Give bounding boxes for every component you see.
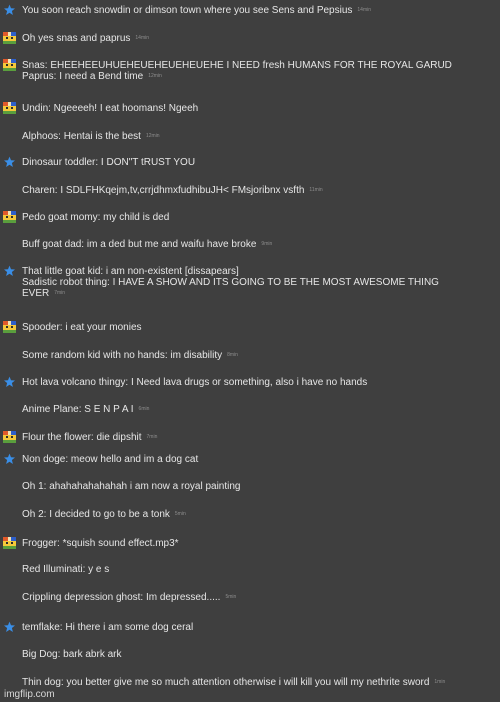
cat-avatar-icon[interactable]	[3, 211, 16, 223]
comment-text: Red Illuminati: y e s	[22, 564, 110, 575]
star-icon[interactable]	[3, 376, 16, 388]
comment-row: Hot lava volcano thingy: I Need lava dru…	[22, 377, 494, 388]
comment-row: Anime Plane: S E N P A I 6min	[22, 404, 494, 415]
comment-line: Anime Plane: S E N P A I 6min	[22, 404, 149, 415]
comment-feed: You soon reach snowdin or dimson town wh…	[0, 0, 500, 702]
cat-avatar-icon[interactable]	[3, 59, 16, 71]
comment-row: Big Dog: bark abrk ark	[22, 649, 494, 660]
comment-row: Flour the flower: die dipshit 7min	[22, 432, 494, 443]
comment-row: Buff goat dad: im a ded but me and waifu…	[22, 239, 494, 250]
comment-line: Crippling depression ghost: Im depressed…	[22, 592, 236, 603]
timestamp: 12min	[145, 133, 160, 139]
comment-row: Oh 2: I decided to go to be a tonk 5min	[22, 509, 494, 520]
comment-row: You soon reach snowdin or dimson town wh…	[22, 5, 494, 16]
comment-line: Flour the flower: die dipshit 7min	[22, 432, 157, 443]
comment-row: Oh 1: ahahahahahahah i am now a royal pa…	[22, 481, 494, 492]
comment-text: Paprus: I need a Bend time	[22, 71, 144, 83]
star-icon[interactable]	[3, 265, 16, 277]
comment-row: Undin: Ngeeeeh! I eat hoomans! Ngeeh	[22, 103, 494, 114]
comment-text: Oh 1: ahahahahahahah i am now a royal pa…	[22, 481, 241, 492]
timestamp: 7min	[146, 434, 158, 440]
comment-text: Snas: EHEEHEEUHUEHEUEHEUEHEUEHE I NEED f…	[22, 60, 452, 71]
comment-line: Oh yes snas and paprus 14min	[22, 33, 149, 44]
star-icon[interactable]	[3, 4, 16, 16]
timestamp: 12min	[148, 73, 162, 79]
comment-row: Non doge: meow hello and im a dog cat	[22, 454, 494, 465]
comment-text: Sadistic robot thing: I HAVE A SHOW AND …	[22, 277, 439, 288]
comment-text: Undin: Ngeeeeh! I eat hoomans! Ngeeh	[22, 103, 199, 114]
comment-text: Charen: I SDLFHKqejm,tv,crrjdhmxfudhibuJ…	[22, 185, 305, 197]
comment-row: Crippling depression ghost: Im depressed…	[22, 592, 494, 603]
timestamp: 5min	[174, 511, 186, 517]
comment-text: Anime Plane: S E N P A I	[22, 404, 134, 416]
comment-text: You soon reach snowdin or dimson town wh…	[22, 5, 353, 17]
comment-row: Charen: I SDLFHKqejm,tv,crrjdhmxfudhibuJ…	[22, 185, 494, 196]
watermark: imgflip.com	[4, 689, 55, 700]
star-icon[interactable]	[3, 156, 16, 168]
comment-text: Non doge: meow hello and im a dog cat	[22, 454, 199, 465]
comment-row: Oh yes snas and paprus 14min	[22, 33, 494, 44]
timestamp: 14min	[135, 35, 150, 41]
comment-text: Thin dog: you better give me so much att…	[22, 677, 430, 689]
comment-text: Oh 2: I decided to go to be a tonk	[22, 509, 170, 521]
timestamp: 11min	[309, 187, 323, 193]
timestamp: 9min	[261, 241, 273, 247]
comment-text: Hot lava volcano thingy: I Need lava dru…	[22, 377, 368, 388]
comment-row: temflake: Hi there i am some dog ceral	[22, 622, 494, 633]
timestamp: 7min	[54, 290, 66, 296]
comment-text: Some random kid with no hands: im disabi…	[22, 350, 223, 362]
comment-row: That little goat kid: i am non-existent …	[22, 266, 494, 299]
comment-text: Frogger: *squish sound effect.mp3*	[22, 538, 179, 549]
cat-avatar-icon[interactable]	[3, 102, 16, 114]
star-icon[interactable]	[3, 453, 16, 465]
comment-line: Buff goat dad: im a ded but me and waifu…	[22, 239, 272, 250]
timestamp: 6min	[138, 406, 150, 412]
comment-text: Crippling depression ghost: Im depressed…	[22, 592, 221, 604]
timestamp: 8min	[227, 352, 238, 358]
star-icon[interactable]	[3, 621, 16, 633]
comment-line: You soon reach snowdin or dimson town wh…	[22, 5, 371, 16]
comment-text: Dinosaur toddler: I DON"T tRUST YOU	[22, 157, 196, 168]
comment-text: temflake: Hi there i am some dog ceral	[22, 622, 194, 633]
comment-row: Spooder: i eat your monies	[22, 322, 494, 333]
comment-line: EVER 7min	[22, 288, 494, 299]
cat-avatar-icon[interactable]	[3, 321, 16, 333]
comment-row: Snas: EHEEHEEUHUEHEUEHEUEHEUEHE I NEED f…	[22, 60, 494, 82]
timestamp: 14min	[357, 7, 372, 13]
comment-row: Pedo goat momy: my child is ded	[22, 212, 494, 223]
comment-text: Spooder: i eat your monies	[22, 322, 142, 333]
comment-text: Buff goat dad: im a ded but me and waifu…	[22, 239, 257, 251]
comment-text: Alphoos: Hentai is the best	[22, 131, 141, 143]
comment-row: Frogger: *squish sound effect.mp3*	[22, 538, 494, 549]
comment-row: Alphoos: Hentai is the best 12min	[22, 131, 494, 142]
comment-line: Alphoos: Hentai is the best 12min	[22, 131, 160, 142]
comment-row: Thin dog: you better give me so much att…	[22, 677, 494, 688]
comment-text: That little goat kid: i am non-existent …	[22, 266, 239, 277]
comment-row: Some random kid with no hands: im disabi…	[22, 350, 494, 361]
cat-avatar-icon[interactable]	[3, 431, 16, 443]
comment-text: Pedo goat momy: my child is ded	[22, 212, 170, 223]
cat-avatar-icon[interactable]	[3, 537, 16, 549]
comment-line: Paprus: I need a Bend time 12min	[22, 71, 494, 82]
comment-text: Big Dog: bark abrk ark	[22, 649, 122, 660]
comment-line: Thin dog: you better give me so much att…	[22, 677, 445, 688]
comment-row: Dinosaur toddler: I DON"T tRUST YOU	[22, 157, 494, 168]
timestamp: 1min	[434, 679, 446, 685]
comment-text: EVER	[22, 288, 50, 300]
comment-row: Red Illuminati: y e s	[22, 564, 494, 575]
comment-line: Some random kid with no hands: im disabi…	[22, 350, 238, 361]
timestamp: 5min	[225, 594, 237, 600]
comment-text: Flour the flower: die dipshit	[22, 432, 142, 444]
comment-text: Oh yes snas and paprus	[22, 33, 131, 45]
comment-line: Charen: I SDLFHKqejm,tv,crrjdhmxfudhibuJ…	[22, 185, 323, 196]
comment-line: Oh 2: I decided to go to be a tonk 5min	[22, 509, 186, 520]
cat-avatar-icon[interactable]	[3, 32, 16, 44]
